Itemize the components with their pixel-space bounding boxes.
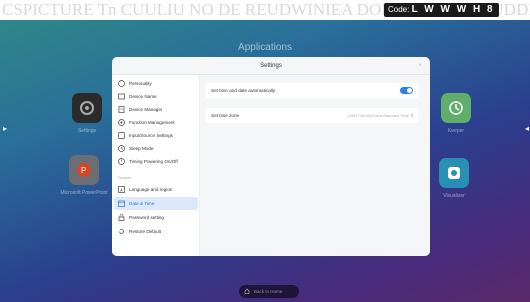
sidebar-item-date-time[interactable]: Date & Time	[114, 197, 198, 210]
app-powerpoint[interactable]: P Microsoft PowerPoint	[59, 155, 109, 196]
sidebar-item-label: Restore Default	[129, 229, 161, 234]
sidebar-item-input-source[interactable]: Input/Source Settings	[114, 129, 198, 142]
time-zone-row[interactable]: Set time zone (GMT+08:00)China Standard …	[206, 108, 418, 123]
language-icon: A	[118, 186, 125, 193]
applications-title: Applications	[238, 42, 292, 53]
sidebar-item-label: Sleep Mode	[129, 146, 154, 151]
settings-gear-icon	[72, 93, 102, 123]
app-label: Settings	[77, 128, 97, 134]
app-settings[interactable]: Settings	[62, 93, 112, 134]
app-label: Microsoft PowerPoint	[60, 190, 108, 196]
sidebar-item-label: Personality	[129, 81, 152, 86]
auto-time-row: Set time and date automatically	[206, 83, 418, 98]
device-name-icon	[118, 93, 125, 100]
sidebar-item-sleep-mode[interactable]: Sleep Mode	[114, 142, 198, 155]
sidebar-item-timing-power[interactable]: Timing Powering On/Off	[114, 155, 198, 168]
sidebar-item-device-name[interactable]: Device Name	[114, 90, 198, 103]
app-label: Keeper	[447, 128, 465, 134]
settings-dialog: Settings × Personality Device Name Devic…	[112, 57, 430, 256]
sidebar-item-label: Timing Powering On/Off	[129, 159, 178, 164]
sidebar-item-personality[interactable]: Personality	[114, 77, 198, 90]
app-label: Visualizer	[443, 193, 465, 199]
keeper-icon	[441, 93, 471, 123]
date-time-panel: Set time and date automatically Set time…	[200, 75, 430, 256]
powerpoint-icon: P	[69, 155, 99, 185]
sidebar-item-restore-default[interactable]: Restore Default	[114, 225, 198, 238]
chevron-right-icon: ›	[411, 112, 413, 119]
device-manager-icon	[118, 106, 125, 113]
dialog-header: Settings ×	[112, 57, 430, 75]
app-keeper[interactable]: Keeper	[431, 93, 481, 134]
home-button[interactable]: Back to Home	[239, 285, 299, 298]
auto-time-label: Set time and date automatically	[211, 88, 276, 93]
sidebar-item-label: Device Manager	[129, 107, 163, 112]
sidebar-item-password[interactable]: Password setting	[114, 211, 198, 224]
palette-icon	[118, 80, 125, 87]
input-source-icon	[118, 132, 125, 139]
svg-text:P: P	[81, 166, 86, 175]
function-icon	[118, 119, 125, 126]
sidebar-item-label: Password setting	[129, 215, 164, 220]
scroll-right-arrow-icon[interactable]: ◂	[525, 124, 530, 134]
close-icon[interactable]: ×	[418, 57, 422, 75]
sidebar-item-language[interactable]: A Language and region	[114, 183, 198, 196]
code-badge: Code: L W W W H 8	[384, 3, 499, 17]
sidebar-item-label: Device Name	[129, 94, 157, 99]
sidebar-item-label: Language and region	[129, 187, 173, 192]
sidebar-item-label: Date & Time	[129, 201, 155, 206]
home-button-label: Back to Home	[254, 289, 283, 294]
timer-icon	[118, 158, 125, 165]
auto-time-toggle[interactable]	[400, 87, 413, 94]
sidebar-item-function-management[interactable]: Function Management	[114, 116, 198, 129]
calendar-icon	[118, 200, 125, 207]
lock-icon	[118, 214, 125, 221]
dialog-title: Settings	[260, 63, 282, 69]
visualizer-icon	[439, 158, 469, 188]
code-prefix: Code:	[388, 5, 410, 14]
sidebar-item-label: Input/Source Settings	[129, 133, 173, 138]
sleep-icon	[118, 145, 125, 152]
time-zone-label: Set time zone	[211, 113, 240, 118]
svg-text:A: A	[120, 188, 123, 193]
time-zone-value-wrap: (GMT+08:00)China Standard Time ›	[348, 113, 413, 119]
settings-sidebar: Personality Device Name Device Manager F…	[112, 75, 200, 256]
sidebar-item-device-manager[interactable]: Device Manager	[114, 103, 198, 116]
code-value: L W W W H 8	[411, 4, 495, 15]
home-icon	[244, 288, 250, 295]
sidebar-item-label: Function Management	[129, 120, 175, 125]
time-zone-value: (GMT+08:00)China Standard Time	[347, 113, 409, 118]
scroll-left-arrow-icon[interactable]: ▸	[3, 124, 9, 134]
app-visualizer[interactable]: Visualizer	[429, 158, 479, 199]
sidebar-section-label: System	[118, 175, 132, 180]
restore-icon	[118, 228, 125, 235]
